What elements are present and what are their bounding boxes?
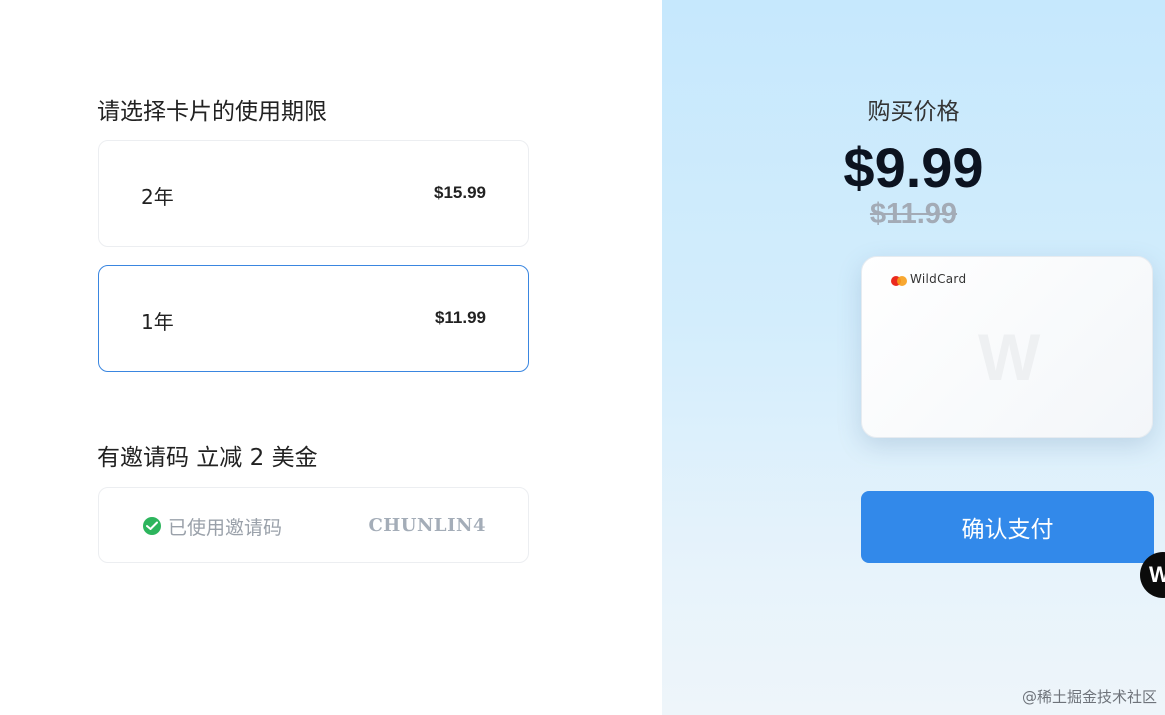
confirm-payment-button[interactable]: 确认支付 <box>861 491 1154 563</box>
card-network-logo-icon <box>891 276 907 286</box>
invite-code-value: CHUNLIN4 <box>368 515 486 536</box>
original-price: $11.99 <box>869 198 958 230</box>
options-panel: 请选择卡片的使用期限 2年 $15.99 1年 $11.99 有邀请码 立减 2… <box>0 0 662 715</box>
invite-section-title: 有邀请码 立减 2 美金 <box>97 445 318 471</box>
summary-panel: 购买价格 $9.99 $11.99 WildCard W 确认支付 W @稀土掘… <box>662 0 1165 715</box>
plan-price: $15.99 <box>434 183 486 202</box>
period-section-title: 请选择卡片的使用期限 <box>97 99 327 125</box>
check-circle-icon <box>143 517 161 535</box>
plan-price: $11.99 <box>434 308 486 327</box>
plan-option-2-years[interactable]: 2年 $15.99 <box>98 140 529 247</box>
price-label: 购买价格 <box>867 99 960 125</box>
invite-code-box[interactable]: 已使用邀请码 CHUNLIN4 <box>98 487 529 563</box>
plan-duration: 2年 <box>141 185 174 209</box>
invite-code-status: 已使用邀请码 <box>168 517 283 539</box>
card-preview: WildCard W <box>861 256 1153 438</box>
current-price: $9.99 <box>843 136 984 199</box>
site-credit-watermark: @稀土掘金技术社区 <box>1021 688 1157 706</box>
plan-duration: 1年 <box>141 310 174 334</box>
plan-option-1-year[interactable]: 1年 $11.99 <box>98 265 529 372</box>
card-watermark-logo: W <box>978 320 1041 394</box>
card-brand: WildCard <box>910 272 967 286</box>
